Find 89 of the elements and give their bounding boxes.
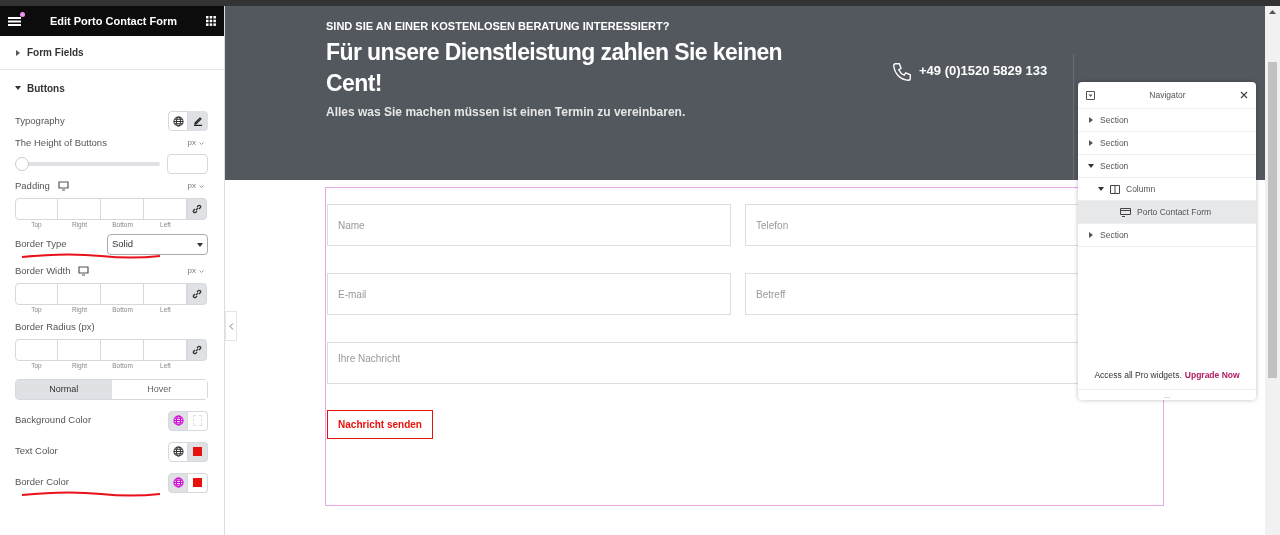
dimension-input[interactable]: [144, 283, 187, 305]
control-label: The Height of Buttons: [15, 135, 107, 150]
grid-icon[interactable]: [206, 16, 216, 26]
link-icon: [192, 204, 202, 214]
caret-icon: [1088, 163, 1094, 169]
close-icon[interactable]: [1240, 91, 1248, 99]
dimension-input[interactable]: [58, 198, 101, 220]
scroll-thumb[interactable]: [1268, 62, 1277, 378]
submit-button[interactable]: Nachricht senden: [327, 410, 433, 439]
navigator-item[interactable]: Section: [1078, 155, 1256, 178]
navigator-item[interactable]: Section: [1078, 132, 1256, 155]
caret-icon: [1088, 140, 1094, 146]
caret-icon: [15, 85, 21, 91]
state-tab[interactable]: Normal: [16, 380, 112, 399]
eyebrow-text: SIND SIE AN EINER KOSTENLOSEN BERATUNG INTERESSIERT?: [326, 19, 671, 34]
dimension-input[interactable]: [101, 283, 144, 305]
navigator-item[interactable]: Section: [1078, 224, 1256, 247]
color-swatch-button[interactable]: [188, 441, 208, 462]
color-swatch-button[interactable]: [188, 410, 208, 431]
link-button[interactable]: [187, 198, 207, 220]
menu-icon[interactable]: [8, 15, 21, 27]
control-label: Border Width: [15, 263, 71, 278]
hero-subheading: Alles was Sie machen müssen ist einen Termin zu vereinbaren.: [326, 103, 687, 121]
control-label: Typography: [15, 113, 65, 128]
monitor-icon: [78, 266, 90, 276]
dimension-input[interactable]: [144, 339, 187, 361]
unit-selector[interactable]: px: [187, 180, 196, 192]
control-label: Border Color: [15, 475, 69, 490]
link-button[interactable]: [187, 283, 207, 305]
dimension-input[interactable]: [144, 198, 187, 220]
global-color-button[interactable]: [168, 410, 188, 431]
control-label: Border Type: [15, 237, 67, 252]
caret-icon: [1098, 186, 1104, 192]
dimension-input[interactable]: [15, 283, 58, 305]
chevron-down-icon: [199, 141, 204, 145]
scroll-up-icon: [1269, 10, 1276, 14]
unit-selector[interactable]: px: [187, 265, 196, 277]
dropdown-icon: [197, 242, 203, 247]
caret-icon: [15, 49, 21, 56]
dimension-input[interactable]: [15, 198, 58, 220]
hero-heading: Für unsere Dienstleistung zahlen Sie keinen Cent!: [326, 37, 784, 98]
navigator-item[interactable]: Column: [1078, 178, 1256, 201]
navigator-item[interactable]: Porto Contact Form: [1078, 201, 1256, 224]
link-button[interactable]: [187, 339, 207, 361]
phone-number: +49 (0)1520 5829 133: [919, 62, 1048, 80]
navigator-title: Navigator: [1149, 88, 1186, 102]
height-input[interactable]: [167, 154, 208, 174]
section-toggle[interactable]: Buttons: [0, 70, 224, 106]
collapse-icon[interactable]: [1086, 90, 1095, 100]
dimension-input[interactable]: [101, 339, 144, 361]
dimension-input[interactable]: [15, 339, 58, 361]
dimension-input[interactable]: [58, 283, 101, 305]
dimension-input[interactable]: [58, 339, 101, 361]
chevron-left-icon: [228, 322, 234, 330]
link-icon: [192, 289, 202, 299]
dimension-input[interactable]: [101, 198, 144, 220]
text-field[interactable]: E-mail: [327, 273, 731, 315]
control-label: Text Color: [15, 444, 58, 459]
empty-swatch: [193, 415, 202, 426]
global-color-button[interactable]: [168, 472, 188, 493]
color-swatch-button[interactable]: [188, 472, 208, 493]
page-scrollbar[interactable]: [1265, 6, 1280, 535]
border-type-select[interactable]: Solid: [107, 234, 208, 255]
globe-icon: [172, 115, 184, 127]
columns-icon: [1110, 184, 1120, 194]
navigator-item[interactable]: Section: [1078, 109, 1256, 132]
chevron-down-icon: [199, 184, 204, 188]
global-color-button[interactable]: [168, 441, 188, 462]
promo-text: Access all Pro widgets.: [1094, 369, 1182, 382]
link-icon: [192, 345, 202, 355]
control-label: Border Radius (px): [15, 319, 95, 334]
slider-handle[interactable]: [15, 157, 29, 171]
text-field[interactable]: Name: [327, 204, 731, 246]
pencil-icon: [193, 116, 203, 126]
global-button[interactable]: [168, 111, 188, 131]
caret-icon: [1088, 117, 1094, 123]
monitor-icon: [57, 181, 69, 191]
form-icon: [1120, 207, 1131, 217]
collapse-tab[interactable]: [225, 311, 237, 341]
upgrade-link[interactable]: Upgrade Now: [1184, 369, 1240, 382]
phone-icon: [891, 61, 913, 83]
chevron-down-icon: [199, 269, 204, 273]
caret-icon: [1088, 232, 1094, 238]
control-label: Background Color: [15, 413, 92, 428]
section-toggle[interactable]: Form Fields: [0, 36, 224, 70]
unit-selector[interactable]: px: [187, 137, 196, 149]
control-label: Padding: [15, 178, 50, 193]
panel-title: Edit Porto Contact Form: [49, 13, 178, 29]
edit-button[interactable]: [188, 111, 208, 131]
